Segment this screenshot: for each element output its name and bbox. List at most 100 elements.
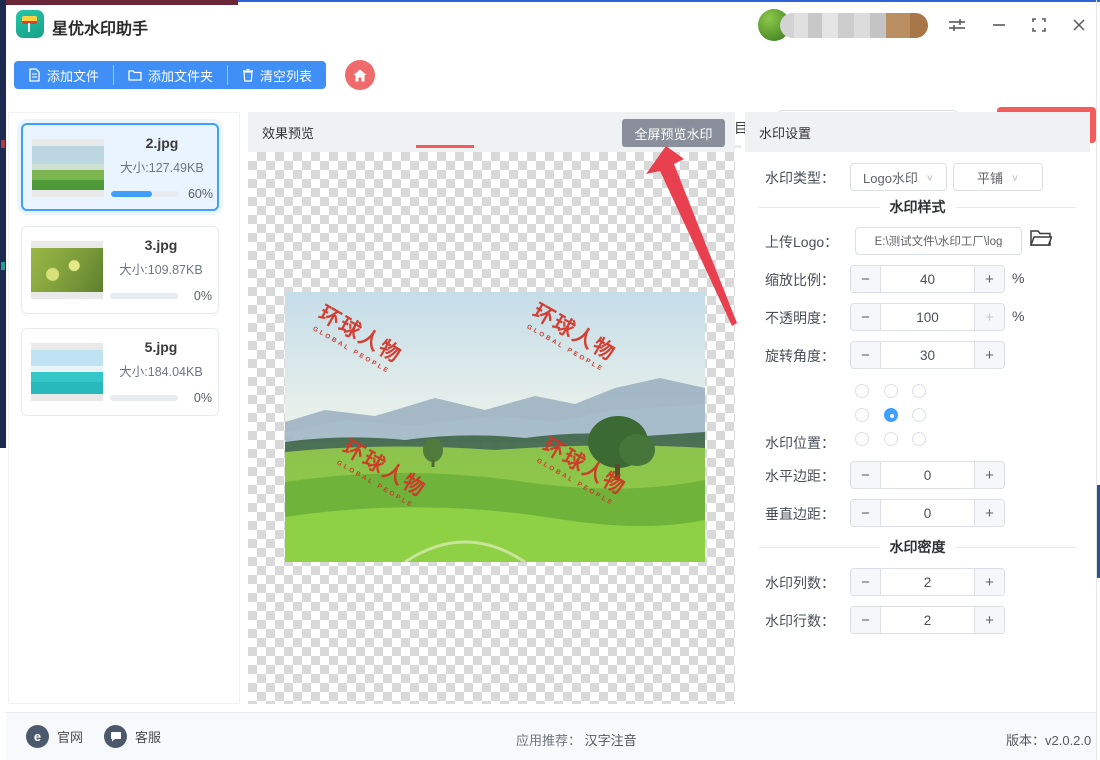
- position-radio-top-left[interactable]: [855, 384, 869, 398]
- position-radio-top-right[interactable]: [912, 384, 926, 398]
- upload-logo-row: 上传Logo：: [745, 227, 1090, 255]
- watermark-type-select[interactable]: Logo水印 ∨: [850, 163, 947, 191]
- recommend-link[interactable]: 汉字注音: [585, 733, 637, 748]
- rows-increase-button[interactable]: +: [974, 607, 1004, 633]
- file-card-5jpg[interactable]: 5.jpg 大小:184.04KB 0%: [21, 328, 219, 416]
- add-file-button[interactable]: 添加文件: [14, 61, 113, 89]
- position-radio-middle-left[interactable]: [855, 408, 869, 422]
- h-margin-increase-button[interactable]: +: [974, 462, 1004, 488]
- clear-list-button[interactable]: 清空列表: [228, 61, 326, 89]
- progress-track: [111, 191, 179, 197]
- landscape-image: [285, 292, 705, 562]
- username-blurred: [780, 13, 928, 38]
- file-size: 大小:127.49KB: [111, 157, 213, 176]
- user-account[interactable]: [758, 9, 930, 41]
- version-label: 版本：v2.0.2.0: [1006, 730, 1091, 749]
- rotate-increase-button[interactable]: +: [974, 342, 1004, 368]
- customer-service-label: 客服: [135, 727, 161, 746]
- footer: e 官网 客服 应用推荐： 汉字注音 版本：v2.0.2.0: [6, 712, 1096, 760]
- titlebar: 星优水印助手: [6, 2, 1100, 50]
- position-label: 水印位置：: [765, 433, 835, 453]
- file-card-3jpg[interactable]: 3.jpg 大小:109.87KB 0%: [21, 226, 219, 314]
- folder-icon: [128, 69, 142, 81]
- settings-sliders-icon[interactable]: [944, 12, 970, 38]
- opacity-row: 不透明度： − 100 + %: [745, 303, 1090, 331]
- cols-value[interactable]: 2: [881, 569, 974, 595]
- chat-bubble-icon: [104, 725, 127, 748]
- transparency-checkerboard: 环球人物 GLOBAL PEOPLE 环球人物 GLOBAL PEOPLE 环球…: [248, 152, 735, 704]
- tile-mode-select[interactable]: 平铺 ∨: [953, 163, 1043, 191]
- background-window-edge-top: [0, 0, 238, 5]
- paint-roller-handle: [28, 23, 30, 32]
- cols-increase-button[interactable]: +: [974, 569, 1004, 595]
- watermark-type-row: 水印类型： Logo水印 ∨ 平铺 ∨: [745, 163, 1090, 191]
- position-radio-middle-right[interactable]: [912, 408, 926, 422]
- rotate-value[interactable]: 30: [881, 342, 974, 368]
- h-margin-value[interactable]: 0: [881, 462, 974, 488]
- preview-image[interactable]: 环球人物 GLOBAL PEOPLE 环球人物 GLOBAL PEOPLE 环球…: [285, 292, 705, 562]
- opacity-increase-button[interactable]: +: [974, 304, 1004, 330]
- add-folder-button[interactable]: 添加文件夹: [114, 61, 227, 89]
- rows-decrease-button[interactable]: −: [851, 607, 881, 633]
- close-button[interactable]: [1066, 12, 1092, 38]
- rotate-decrease-button[interactable]: −: [851, 342, 881, 368]
- app-logo-icon: [16, 10, 44, 38]
- chevron-down-icon: ∨: [926, 172, 934, 182]
- home-button[interactable]: [345, 60, 375, 90]
- opacity-unit: %: [1012, 308, 1024, 324]
- divider-line: [759, 207, 880, 208]
- app-title: 星优水印助手: [52, 15, 148, 39]
- minimize-button[interactable]: [986, 12, 1012, 38]
- rotate-label: 旋转角度：: [765, 346, 835, 366]
- progress-label: 60%: [185, 187, 213, 201]
- opacity-value[interactable]: 100: [881, 304, 974, 330]
- maximize-button[interactable]: [1026, 12, 1052, 38]
- v-margin-value[interactable]: 0: [881, 500, 974, 526]
- rows-value[interactable]: 2: [881, 607, 974, 633]
- browse-logo-button[interactable]: [1030, 229, 1052, 252]
- position-radio-bottom-left[interactable]: [855, 432, 869, 446]
- position-radio-top-center[interactable]: [884, 384, 898, 398]
- window-right-border: [1096, 0, 1097, 760]
- opacity-stepper: − 100 +: [850, 303, 1005, 331]
- file-card-2jpg[interactable]: 2.jpg 大小:127.49KB 60%: [21, 123, 219, 211]
- scale-decrease-button[interactable]: −: [851, 266, 881, 292]
- selected-mode: 平铺: [977, 168, 1003, 187]
- cols-label: 水印列数：: [765, 573, 835, 593]
- file-thumbnail: [31, 343, 103, 401]
- file-name: 2.jpg: [111, 135, 213, 151]
- scale-increase-button[interactable]: +: [974, 266, 1004, 292]
- h-margin-decrease-button[interactable]: −: [851, 462, 881, 488]
- file-meta: 5.jpg 大小:184.04KB: [110, 339, 212, 380]
- watermark-settings-panel: 水印设置 水印类型： Logo水印 ∨ 平铺 ∨ 水印样式 上传Logo： 缩放…: [745, 112, 1090, 704]
- progress-fill: [111, 191, 152, 197]
- v-margin-decrease-button[interactable]: −: [851, 500, 881, 526]
- v-margin-stepper: − 0 +: [850, 499, 1005, 527]
- progress-track: [110, 395, 178, 401]
- file-list-panel: 2.jpg 大小:127.49KB 60% 3.jpg 大小:109.87KB …: [8, 112, 240, 704]
- settings-header: 水印设置: [745, 112, 1090, 152]
- position-radio-center[interactable]: [884, 408, 898, 422]
- fullscreen-preview-button[interactable]: 全屏预览水印: [622, 119, 725, 147]
- rows-stepper: − 2 +: [850, 606, 1005, 634]
- file-meta: 2.jpg 大小:127.49KB: [111, 135, 213, 176]
- cols-stepper: − 2 +: [850, 568, 1005, 596]
- trash-icon: [242, 68, 254, 82]
- file-icon: [28, 68, 41, 82]
- toolbar: 添加文件 添加文件夹 清空列表 图片水印 PDF水印 视频水印 保存目录： 开始…: [6, 50, 1100, 108]
- position-radio-bottom-right[interactable]: [912, 432, 926, 446]
- browser-e-icon: e: [26, 725, 49, 748]
- cols-decrease-button[interactable]: −: [851, 569, 881, 595]
- official-site-link[interactable]: e 官网: [26, 725, 83, 748]
- selected-type: Logo水印: [863, 168, 918, 187]
- opacity-decrease-button[interactable]: −: [851, 304, 881, 330]
- customer-service-link[interactable]: 客服: [104, 725, 161, 748]
- app-recommendation: 应用推荐： 汉字注音: [516, 730, 637, 749]
- position-radio-bottom-center[interactable]: [884, 432, 898, 446]
- v-margin-label: 垂直边距：: [765, 504, 835, 524]
- logo-path-field[interactable]: [855, 227, 1022, 255]
- settings-title: 水印设置: [759, 123, 811, 142]
- logo-path-input[interactable]: [861, 235, 1016, 247]
- v-margin-increase-button[interactable]: +: [974, 500, 1004, 526]
- scale-value[interactable]: 40: [881, 266, 974, 292]
